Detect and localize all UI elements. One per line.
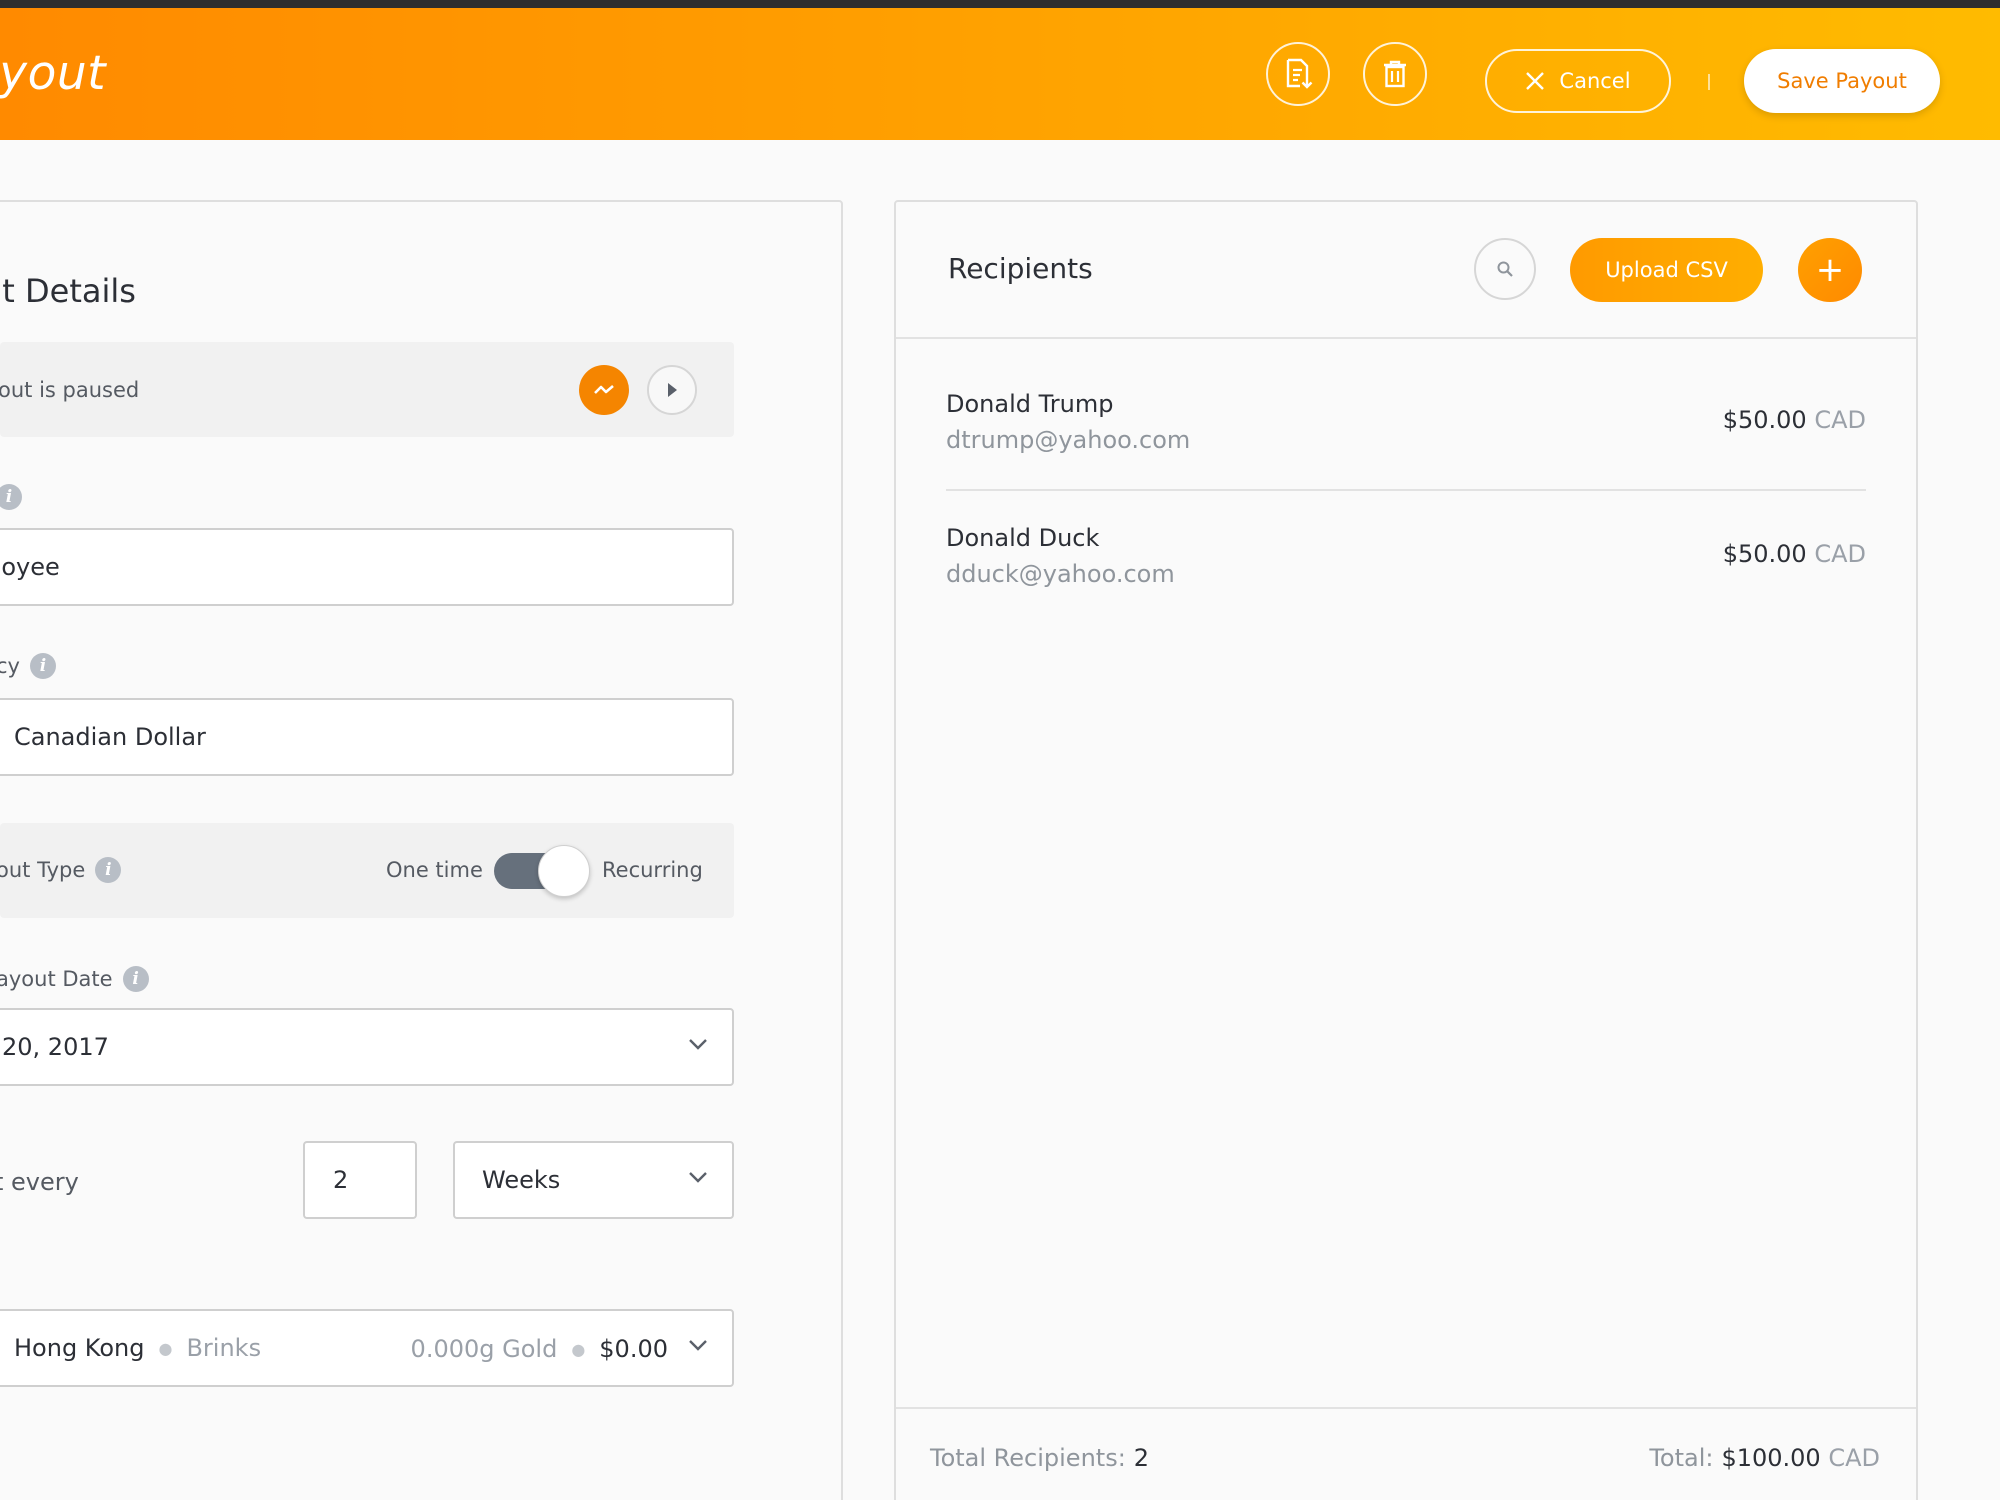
- chevron-down-icon: [689, 1039, 707, 1050]
- recipient-email: dduck@yahoo.com: [946, 560, 1175, 588]
- repeat-every-label: t every: [0, 1168, 79, 1196]
- export-document-icon: [1286, 58, 1313, 89]
- currency-value: Canadian Dollar: [14, 723, 206, 751]
- payout-type-label: out Type: [0, 858, 86, 882]
- info-icon[interactable]: i: [29, 653, 56, 679]
- separator-dot: ●: [158, 1338, 173, 1358]
- add-recipient-button[interactable]: +: [1798, 238, 1862, 302]
- page-title: ayout: [0, 46, 107, 101]
- payout-date-select[interactable]: 20, 2017: [0, 1008, 734, 1086]
- one-time-option[interactable]: One time: [386, 858, 483, 882]
- activity-button[interactable]: [579, 365, 629, 415]
- total-recipients-label: Total Recipients:: [930, 1444, 1126, 1472]
- resume-button[interactable]: [647, 365, 697, 415]
- vault-select[interactable]: Hong Kong ● Brinks 0.000g Gold ● $0.00: [0, 1309, 734, 1387]
- recipient-name: Donald Trump: [946, 390, 1114, 418]
- separator-dot: ●: [571, 1339, 586, 1359]
- recipients-header-divider: [896, 337, 1916, 339]
- currency-field[interactable]: Canadian Dollar: [0, 698, 734, 776]
- recipient-amount-value: $50.00: [1722, 540, 1807, 568]
- recipient-row[interactable]: Donald Duck dduck@yahoo.com $50.00 CAD: [946, 524, 1866, 634]
- total-recipients: Total Recipients: 2: [930, 1444, 1149, 1472]
- currency-label: cy: [0, 654, 20, 678]
- header-divider: [1708, 74, 1710, 90]
- total-amount: Total: $100.00 CAD: [1649, 1444, 1880, 1472]
- recipient-amount: $50.00 CAD: [1723, 540, 1866, 568]
- total-amount-currency: CAD: [1828, 1444, 1880, 1472]
- payout-type-label-row: out Type i: [0, 857, 122, 883]
- plus-icon: +: [1815, 250, 1845, 290]
- vault-provider: Brinks: [186, 1334, 262, 1362]
- vault-location: Hong Kong: [14, 1334, 145, 1362]
- cancel-button[interactable]: Cancel: [1485, 49, 1671, 113]
- recipient-type-field[interactable]: oloyee: [0, 528, 734, 606]
- pause-status-text: out is paused: [0, 378, 140, 402]
- header-bar: ayout Cancel Save Payout: [0, 8, 2000, 140]
- recipient-email: dtrump@yahoo.com: [946, 426, 1191, 454]
- recipient-amount-value: $50.00: [1722, 406, 1807, 434]
- recipient-row[interactable]: Donald Trump dtrump@yahoo.com $50.00 CAD: [946, 390, 1866, 500]
- upload-csv-label: Upload CSV: [1605, 258, 1728, 282]
- vault-balance: 0.000g Gold ● $0.00: [411, 1335, 668, 1363]
- recipient-amount-currency: CAD: [1814, 540, 1866, 568]
- save-label: Save Payout: [1777, 69, 1907, 93]
- payout-date-label-row: ayout Date i: [0, 966, 149, 992]
- recurring-option[interactable]: Recurring: [602, 858, 703, 882]
- recipients-title: Recipients: [948, 252, 1093, 285]
- close-icon: [1526, 72, 1545, 90]
- export-button[interactable]: [1266, 42, 1330, 106]
- window-top-edge: [0, 0, 2000, 8]
- total-recipients-value: 2: [1133, 1444, 1150, 1472]
- recipient-type-value: oloyee: [0, 553, 60, 581]
- chevron-down-icon: [689, 1172, 707, 1183]
- recipient-divider: [946, 489, 1866, 491]
- vault-weight: 0.000g Gold: [410, 1335, 558, 1363]
- vault-value: $0.00: [599, 1335, 668, 1363]
- save-payout-button[interactable]: Save Payout: [1744, 49, 1940, 113]
- recipient-amount-currency: CAD: [1814, 406, 1866, 434]
- info-icon[interactable]: i: [95, 857, 122, 883]
- recipient-name: Donald Duck: [946, 524, 1100, 552]
- repeat-unit-value: Weeks: [482, 1166, 561, 1194]
- payout-date-label: ayout Date: [0, 967, 113, 991]
- cancel-label: Cancel: [1559, 69, 1631, 93]
- info-icon[interactable]: i: [122, 966, 149, 992]
- repeat-interval-input[interactable]: 2: [303, 1141, 417, 1219]
- toggle-knob[interactable]: [538, 845, 590, 897]
- upload-csv-button[interactable]: Upload CSV: [1570, 238, 1763, 302]
- search-icon: [1497, 261, 1513, 277]
- repeat-unit-select[interactable]: Weeks: [453, 1141, 734, 1219]
- payout-date-value: 20, 2017: [2, 1033, 109, 1061]
- details-section-title: ut Details: [0, 272, 136, 310]
- delete-button[interactable]: [1363, 42, 1427, 106]
- recipients-footer-divider: [896, 1407, 1916, 1409]
- repeat-interval-value: 2: [333, 1166, 349, 1194]
- trash-icon: [1384, 60, 1406, 88]
- play-icon: [668, 383, 677, 397]
- chevron-down-icon: [689, 1340, 707, 1351]
- currency-label-row: cy i: [0, 653, 56, 679]
- recipient-amount: $50.00 CAD: [1723, 406, 1866, 434]
- total-amount-value: $100.00: [1721, 1444, 1821, 1472]
- search-button[interactable]: [1474, 238, 1536, 300]
- total-amount-label: Total:: [1649, 1444, 1714, 1472]
- activity-icon: [594, 385, 614, 394]
